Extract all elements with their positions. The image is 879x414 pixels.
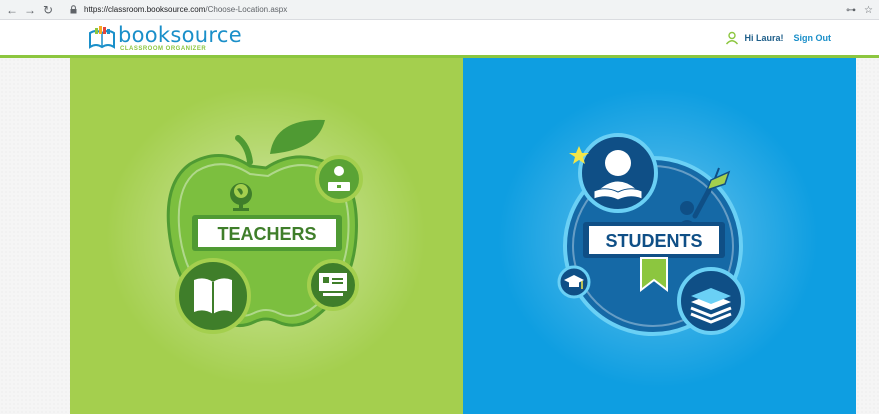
url-path: /Choose-Location.aspx — [205, 5, 288, 14]
open-book-icon — [175, 258, 251, 334]
key-icon[interactable]: ⊶ — [846, 5, 856, 16]
sign-out-link[interactable]: Sign Out — [794, 33, 832, 43]
book-stack-icon — [677, 267, 745, 335]
students-illustration: STUDENTS — [498, 88, 818, 388]
teachers-panel[interactable]: TEACHERS — [70, 58, 463, 414]
student-reading-icon — [578, 133, 658, 213]
forward-icon[interactable]: → — [22, 2, 38, 18]
user-area: Hi Laura! Sign Out — [725, 31, 831, 45]
teacher-laptop-icon — [315, 155, 363, 203]
book-logo-icon — [89, 26, 115, 49]
logo-subtext: CLASSROOM ORGANIZER — [120, 46, 207, 52]
back-icon[interactable]: ← — [4, 2, 20, 18]
teachers-label: TEACHERS — [217, 224, 316, 244]
graduation-cap-icon — [557, 265, 591, 299]
star-icon[interactable]: ☆ — [864, 5, 873, 16]
students-label-badge: STUDENTS — [583, 222, 725, 258]
lock-icon — [68, 5, 78, 15]
students-label: STUDENTS — [605, 231, 702, 251]
presentation-icon — [307, 259, 359, 311]
teachers-illustration: TEACHERS — [106, 86, 426, 386]
user-icon — [726, 31, 739, 45]
booksource-logo[interactable]: booksource CLASSROOM ORGANIZER — [88, 25, 242, 53]
browser-toolbar: ← → ↻ https://classroom.booksource.com/C… — [0, 0, 879, 20]
logo-text: booksource — [118, 23, 242, 47]
address-bar[interactable]: https://classroom.booksource.com/Choose-… — [68, 2, 848, 18]
reload-icon[interactable]: ↻ — [40, 2, 56, 18]
students-panel[interactable]: STUDENTS — [463, 58, 856, 414]
teachers-label-badge: TEACHERS — [192, 215, 342, 251]
greeting-text: Hi Laura! — [744, 33, 784, 43]
url-host: https://classroom.booksource.com — [84, 5, 206, 14]
